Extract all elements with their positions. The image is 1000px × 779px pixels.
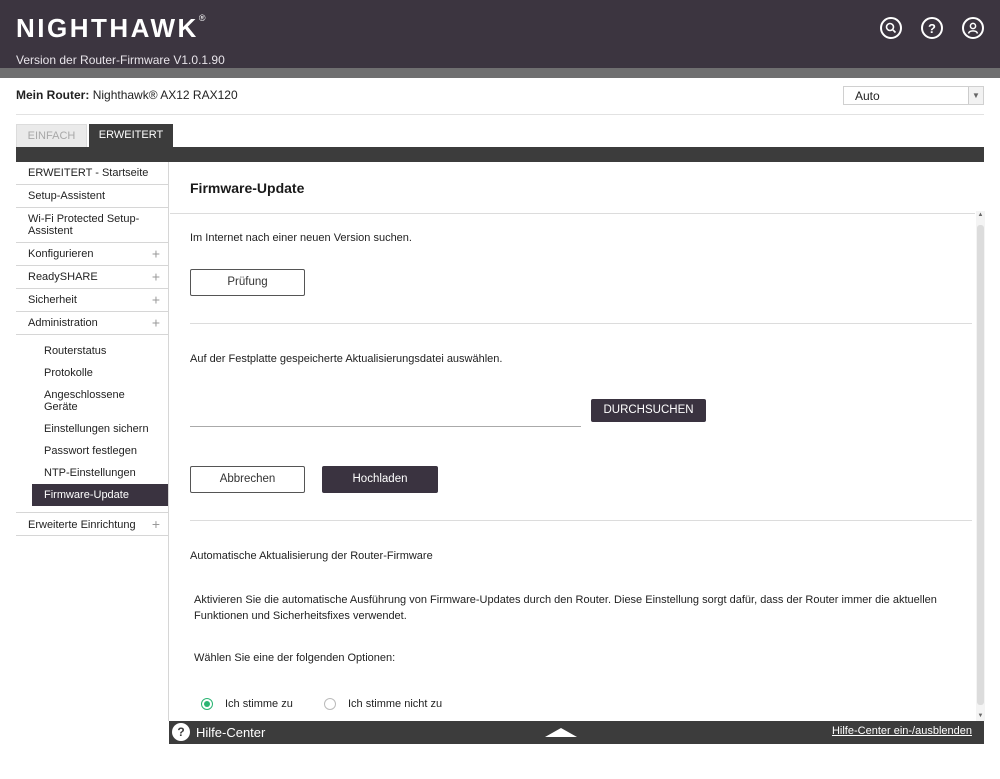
nighthawk-logo: NIGHTHAWK®: [16, 13, 205, 44]
expand-up-icon[interactable]: [545, 728, 577, 737]
expand-icon: +: [151, 516, 160, 532]
sidebar-item-configure[interactable]: Konfigurieren +: [16, 243, 168, 266]
language-select-value: Auto: [855, 89, 880, 103]
page-title: Firmware-Update: [190, 180, 305, 196]
sidebar-item-setup-assistant[interactable]: Setup-Assistent: [16, 185, 168, 208]
sidebar-item-advanced-home[interactable]: ERWEITERT - Startseite: [16, 162, 168, 185]
logo-text: NIGHTHAWK: [16, 13, 199, 43]
content-scrollbar[interactable]: ▲ ▼: [976, 211, 985, 721]
divider: [170, 213, 975, 214]
help-center-bar: ? Hilfe-Center Hilfe-Center ein-/ausblen…: [169, 721, 984, 744]
expand-icon: +: [151, 314, 160, 331]
sidebar-subitem-backup-settings[interactable]: Einstellungen sichern: [44, 423, 149, 435]
radio-agree-label[interactable]: Ich stimme zu: [225, 698, 293, 710]
sidebar-item-label: Erweiterte Einrichtung: [28, 519, 136, 531]
header-bar: NIGHTHAWK® Version der Router-Firmware V…: [0, 0, 1000, 68]
sidebar-item-label: Administration: [28, 317, 98, 329]
sidebar-subitem-logs[interactable]: Protokolle: [44, 367, 93, 379]
language-select[interactable]: Auto ▼: [843, 86, 984, 105]
sidebar-item-label: Konfigurieren: [28, 248, 94, 260]
upload-button[interactable]: Hochladen: [322, 466, 438, 493]
sidebar-subitem-router-status[interactable]: Routerstatus: [44, 345, 106, 357]
header-strip: [0, 68, 1000, 78]
sidebar-item-readyshare[interactable]: ReadySHARE +: [16, 266, 168, 289]
user-account-icon[interactable]: [962, 17, 984, 39]
divider: [16, 114, 984, 115]
logo-mark: ®: [198, 13, 206, 23]
sidebar: ERWEITERT - Startseite Setup-Assistent W…: [16, 162, 169, 721]
tab-bar: [16, 147, 984, 162]
help-center-icon[interactable]: ?: [172, 723, 190, 741]
auto-update-description: Aktivieren Sie die automatische Ausführu…: [194, 594, 937, 622]
sidebar-item-label: Sicherheit: [28, 294, 77, 306]
sidebar-item-wps-assistant[interactable]: Wi-Fi Protected Setup- Assistent: [16, 208, 168, 243]
sidebar-item-label: ERWEITERT - Startseite: [28, 167, 149, 179]
options-prompt: Wählen Sie eine der folgenden Optionen:: [194, 652, 396, 664]
expand-icon: +: [151, 268, 160, 285]
help-center-title: Hilfe-Center: [196, 725, 266, 740]
sidebar-item-administration[interactable]: Administration +: [16, 312, 168, 335]
divider: [190, 323, 972, 324]
expand-icon: +: [151, 245, 160, 262]
chevron-down-icon: ▼: [968, 87, 983, 104]
radio-disagree[interactable]: [324, 698, 336, 710]
divider: [190, 520, 972, 521]
check-online-text: Im Internet nach einer neuen Version suc…: [190, 232, 412, 244]
cancel-button[interactable]: Abbrechen: [190, 466, 305, 493]
scroll-thumb[interactable]: [977, 225, 984, 705]
main-content: Firmware-Update Im Internet nach einer n…: [170, 162, 984, 721]
sidebar-subitem-attached-devices[interactable]: Angeschlossene Geräte: [44, 389, 125, 413]
auto-update-title: Automatische Aktualisierung der Router-F…: [190, 550, 433, 562]
sidebar-item-label: ReadySHARE: [28, 271, 98, 283]
router-name: Nighthawk® AX12 RAX120: [92, 88, 238, 102]
sidebar-subitem-ntp-settings[interactable]: NTP-Einstellungen: [44, 467, 136, 479]
radio-disagree-label[interactable]: Ich stimme nicht zu: [348, 698, 442, 710]
scroll-up-icon[interactable]: ▲: [976, 211, 985, 220]
sidebar-subitem-set-password[interactable]: Passwort festlegen: [44, 445, 137, 457]
search-icon[interactable]: [880, 17, 902, 39]
sidebar-item-security[interactable]: Sicherheit +: [16, 289, 168, 312]
sidebar-item-label: Wi-Fi Protected Setup- Assistent: [28, 213, 140, 237]
tab-erweitert[interactable]: ERWEITERT: [89, 124, 173, 147]
help-center-toggle-link[interactable]: Hilfe-Center ein-/ausblenden: [832, 725, 972, 737]
router-info: Mein Router: Nighthawk® AX12 RAX120: [16, 88, 238, 102]
router-label: Mein Router:: [16, 88, 90, 102]
scroll-down-icon[interactable]: ▼: [976, 712, 985, 721]
expand-icon: +: [151, 291, 160, 308]
check-button[interactable]: Prüfung: [190, 269, 305, 296]
sidebar-item-advanced-setup[interactable]: Erweiterte Einrichtung +: [16, 512, 168, 536]
file-select-text: Auf der Festplatte gespeicherte Aktualis…: [190, 353, 503, 365]
help-icon[interactable]: ?: [921, 17, 943, 39]
browse-button[interactable]: DURCHSUCHEN: [591, 399, 706, 422]
radio-agree[interactable]: [201, 698, 213, 710]
file-path-field[interactable]: [190, 426, 581, 427]
firmware-version: Version der Router-Firmware V1.0.1.90: [16, 53, 225, 67]
tab-einfach[interactable]: EINFACH: [16, 124, 87, 147]
sidebar-subitem-firmware-update[interactable]: Firmware-Update: [32, 484, 168, 506]
sidebar-item-label: Setup-Assistent: [28, 190, 106, 202]
